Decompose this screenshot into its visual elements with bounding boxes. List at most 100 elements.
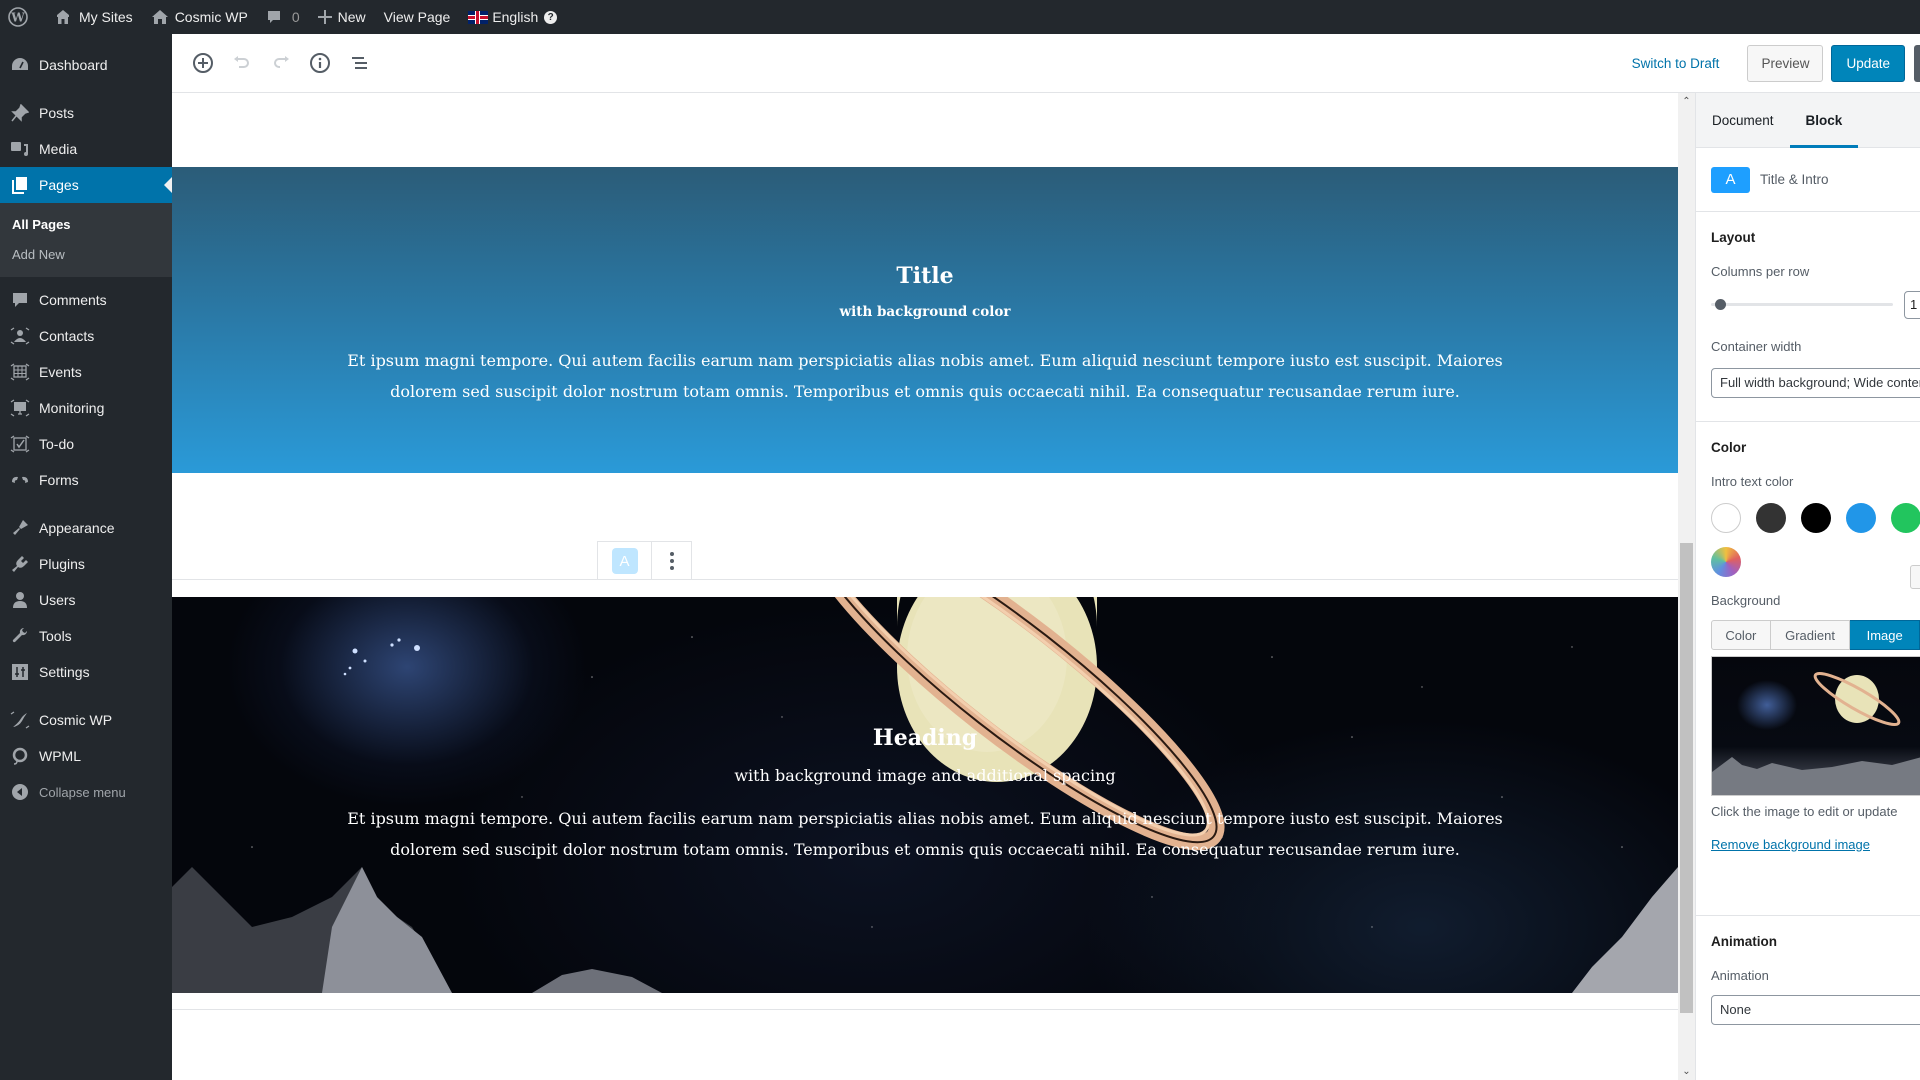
- wordpress-logo-button[interactable]: W: [0, 0, 44, 34]
- redo-button[interactable]: [262, 45, 300, 81]
- remove-background-image-link[interactable]: Remove background image: [1711, 837, 1920, 889]
- block-navigation-button[interactable]: [340, 45, 378, 81]
- swatch-white[interactable]: [1711, 503, 1741, 533]
- menu-item-dashboard[interactable]: Dashboard: [0, 47, 172, 83]
- switch-to-draft-button[interactable]: Switch to Draft: [1632, 56, 1720, 71]
- hero-subtitle[interactable]: with background image and additional spa…: [172, 766, 1678, 785]
- scroll-down-icon[interactable]: ⌄: [1678, 1063, 1695, 1080]
- view-page-link[interactable]: View Page: [375, 0, 460, 34]
- menu-item-settings[interactable]: Settings: [0, 654, 172, 690]
- menu-label: Pages: [39, 177, 79, 193]
- block-subtitle[interactable]: with background color: [172, 304, 1678, 320]
- collapse-icon: [10, 782, 30, 802]
- block-type-button[interactable]: A: [598, 542, 651, 580]
- container-width-select[interactable]: Full width background; Wide content: [1711, 368, 1920, 398]
- background-image-preview[interactable]: [1711, 656, 1920, 796]
- layout-panel-title[interactable]: Layout: [1711, 212, 1920, 262]
- update-button[interactable]: Update: [1831, 44, 1905, 82]
- menu-item-wpml[interactable]: WPML: [0, 738, 172, 774]
- settings-icon: [10, 662, 30, 682]
- events-icon: [10, 362, 30, 382]
- slider-handle[interactable]: [1715, 299, 1726, 310]
- background-image-option[interactable]: Image: [1850, 620, 1920, 650]
- menu-label: Tools: [39, 628, 72, 644]
- menu-item-todo[interactable]: To-do: [0, 426, 172, 462]
- monitoring-icon: [10, 398, 30, 418]
- comment-bubble-icon: [267, 11, 280, 23]
- menu-item-forms[interactable]: Forms: [0, 462, 172, 498]
- columns-per-row-input[interactable]: 1: [1904, 291, 1920, 319]
- space-background-image: [172, 597, 1678, 993]
- redo-icon: [274, 56, 289, 68]
- tab-block[interactable]: Block: [1789, 93, 1859, 148]
- swatch-green[interactable]: [1891, 503, 1920, 533]
- color-swatches: [1711, 503, 1920, 533]
- pages-icon: [10, 175, 30, 195]
- menu-item-media[interactable]: Media: [0, 131, 172, 167]
- animation-panel-title[interactable]: Animation: [1711, 916, 1920, 966]
- menu-item-comments[interactable]: Comments: [0, 282, 172, 318]
- submenu-add-new[interactable]: Add New: [0, 240, 172, 270]
- scrollbar-thumb[interactable]: [1680, 543, 1693, 1013]
- canvas-scrollbar[interactable]: ⌃ ⌄: [1678, 93, 1695, 1080]
- language-label: English: [492, 9, 539, 25]
- language-switcher[interactable]: English ?: [459, 0, 566, 34]
- block-name: Title & Intro: [1760, 172, 1829, 187]
- menu-item-cosmic-wp[interactable]: Cosmic WP: [0, 702, 172, 738]
- menu-item-plugins[interactable]: Plugins: [0, 546, 172, 582]
- columns-per-row-slider[interactable]: 1: [1711, 285, 1920, 325]
- plus-icon: [317, 10, 332, 24]
- menu-item-pages[interactable]: Pages: [0, 167, 172, 203]
- scroll-up-icon[interactable]: ⌃: [1678, 93, 1695, 110]
- block-intro-text[interactable]: Et ipsum magni tempore. Qui autem facili…: [332, 345, 1518, 407]
- admin-menu: Dashboard Posts Media Pages All Pages Ad…: [0, 34, 172, 1080]
- hero-intro-text[interactable]: Et ipsum magni tempore. Qui autem facili…: [332, 803, 1518, 865]
- pin-icon: [10, 103, 30, 123]
- site-name-menu[interactable]: Cosmic WP: [142, 0, 257, 34]
- settings-toggle-button[interactable]: [1914, 44, 1920, 82]
- tab-document[interactable]: Document: [1696, 93, 1790, 147]
- background-color-option[interactable]: Color: [1711, 620, 1771, 650]
- menu-item-tools[interactable]: Tools: [0, 618, 172, 654]
- swatch-dark-gray[interactable]: [1756, 503, 1786, 533]
- clear-color-button[interactable]: [1910, 565, 1920, 589]
- hero-title[interactable]: Heading: [172, 725, 1678, 751]
- animation-select[interactable]: None: [1711, 995, 1920, 1025]
- plus-circle-icon: [193, 53, 213, 73]
- my-sites-menu[interactable]: My Sites: [44, 0, 142, 34]
- hero-image-block[interactable]: Heading with background image and additi…: [172, 597, 1678, 993]
- swatch-blue[interactable]: [1846, 503, 1876, 533]
- menu-item-appearance[interactable]: Appearance: [0, 510, 172, 546]
- undo-button[interactable]: [223, 45, 261, 81]
- custom-color-picker[interactable]: [1711, 547, 1741, 577]
- menu-label: Cosmic WP: [39, 712, 113, 728]
- background-gradient-option[interactable]: Gradient: [1770, 620, 1851, 650]
- block-title[interactable]: Title: [172, 263, 1678, 289]
- preview-button[interactable]: Preview: [1747, 44, 1824, 82]
- slider-track[interactable]: [1711, 303, 1893, 306]
- menu-item-events[interactable]: Events: [0, 354, 172, 390]
- menu-label: Media: [39, 141, 78, 157]
- add-block-button[interactable]: [184, 45, 222, 81]
- view-page-label: View Page: [383, 9, 451, 25]
- comment-icon: [10, 290, 30, 310]
- block-separator: [172, 1009, 1678, 1010]
- new-content-menu[interactable]: New: [309, 0, 375, 34]
- content-info-button[interactable]: [301, 45, 339, 81]
- block-type-icon: A: [1711, 166, 1750, 193]
- intro-text-color-label: Intro text color: [1711, 474, 1794, 489]
- menu-label: Monitoring: [39, 400, 105, 416]
- comments-menu[interactable]: 0: [257, 0, 309, 34]
- menu-item-monitoring[interactable]: Monitoring: [0, 390, 172, 426]
- collapse-menu-button[interactable]: Collapse menu: [0, 774, 172, 810]
- menu-item-posts[interactable]: Posts: [0, 95, 172, 131]
- submenu-all-pages[interactable]: All Pages: [0, 210, 172, 240]
- color-panel-title[interactable]: Color: [1711, 422, 1920, 472]
- swatch-black[interactable]: [1801, 503, 1831, 533]
- menu-item-contacts[interactable]: Contacts: [0, 318, 172, 354]
- title-intro-block[interactable]: Title with background color Et ipsum mag…: [172, 167, 1678, 473]
- more-options-button[interactable]: [651, 542, 691, 580]
- menu-item-users[interactable]: Users: [0, 582, 172, 618]
- block-separator: [172, 579, 1678, 580]
- saturn-thumbnail-icon: [1712, 671, 1920, 795]
